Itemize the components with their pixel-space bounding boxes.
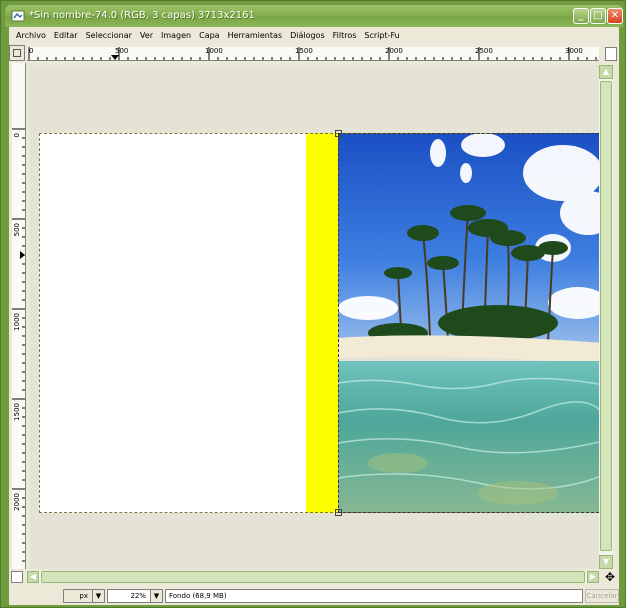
ruler-label: 1500 <box>295 47 313 55</box>
zoom-value: 22% <box>130 592 146 600</box>
beach-photo-layer <box>338 133 604 513</box>
menu-bar: Archivo Editar Seleccionar Ver Imagen Ca… <box>9 27 619 43</box>
vertical-scroll-thumb[interactable] <box>600 81 612 551</box>
navigate-move-icon[interactable]: ✥ <box>605 571 617 583</box>
zoom-toggle-button[interactable] <box>605 47 617 61</box>
menu-imagen[interactable]: Imagen <box>157 31 195 40</box>
window-title: *Sin nombre-74.0 (RGB, 3 capas) 3713x216… <box>29 10 255 21</box>
ruler-label: 500 <box>115 47 129 55</box>
maximize-button[interactable]: □ <box>590 8 606 24</box>
menu-archivo[interactable]: Archivo <box>12 31 50 40</box>
gimp-image-window: *Sin nombre-74.0 (RGB, 3 capas) 3713x216… <box>0 0 626 608</box>
scroll-right-arrow-icon[interactable]: ▶ <box>587 571 599 583</box>
layer-corner-handle[interactable] <box>335 130 342 137</box>
zoom-selector[interactable]: 22% ▼ <box>107 589 163 603</box>
title-bar[interactable]: *Sin nombre-74.0 (RGB, 3 capas) 3713x216… <box>5 5 623 27</box>
layer-corner-handle[interactable] <box>335 509 342 516</box>
chevron-down-icon[interactable]: ▼ <box>150 590 162 602</box>
ruler-label: 0 <box>29 47 34 55</box>
menu-arrow-icon <box>13 49 21 57</box>
beach-palm-photo <box>338 133 604 513</box>
horizontal-scrollbar[interactable]: ◀ ▶ <box>27 571 599 583</box>
ruler-label: 2500 <box>475 47 493 55</box>
window-client: Archivo Editar Seleccionar Ver Imagen Ca… <box>9 27 619 605</box>
menu-script-fu[interactable]: Script-Fu <box>360 31 403 40</box>
menu-dialogos[interactable]: Diálogos <box>286 31 329 40</box>
white-layer <box>39 133 306 513</box>
quick-menu-button[interactable] <box>9 45 25 61</box>
menu-seleccionar[interactable]: Seleccionar <box>82 31 136 40</box>
status-bar: px ▼ 22% ▼ Fondo (68,9 MB) Cancelar <box>9 587 619 605</box>
unit-value: px <box>79 592 88 600</box>
scroll-up-arrow-icon[interactable]: ▲ <box>599 65 613 79</box>
gimp-app-icon <box>11 10 25 22</box>
cancel-button[interactable]: Cancelar <box>585 589 619 603</box>
image-canvas[interactable] <box>29 65 607 569</box>
ruler-label: 500 <box>13 223 21 237</box>
scroll-down-arrow-icon[interactable]: ▼ <box>599 555 613 569</box>
ruler-label: 3000 <box>565 47 583 55</box>
menu-capa[interactable]: Capa <box>195 31 223 40</box>
menu-herramientas[interactable]: Herramientas <box>224 31 287 40</box>
scroll-left-arrow-icon[interactable]: ◀ <box>27 571 39 583</box>
menu-filtros[interactable]: Filtros <box>329 31 361 40</box>
ruler-label: 2000 <box>385 47 403 55</box>
menu-ver[interactable]: Ver <box>136 31 157 40</box>
menu-editar[interactable]: Editar <box>50 31 82 40</box>
horizontal-scroll-thumb[interactable] <box>41 571 585 583</box>
quick-mask-toggle-button[interactable] <box>11 571 23 583</box>
ruler-label: 0 <box>13 133 21 138</box>
yellow-strip-layer <box>306 133 338 513</box>
unit-selector[interactable]: px ▼ <box>63 589 105 603</box>
ruler-label: 2000 <box>13 493 21 511</box>
minimize-button[interactable]: _ <box>573 8 589 24</box>
ruler-label: 1000 <box>13 313 21 331</box>
vertical-ruler[interactable]: 0 500 1000 1500 2000 <box>12 63 26 569</box>
chevron-down-icon[interactable]: ▼ <box>92 590 104 602</box>
close-button[interactable]: ✕ <box>607 8 623 24</box>
horizontal-scroll-row: ◀ ▶ ✥ <box>9 571 619 585</box>
status-message: Fondo (68,9 MB) <box>165 589 583 603</box>
horizontal-ruler[interactable]: 0 500 1000 1500 2000 2500 3000 <box>27 47 599 61</box>
vertical-scrollbar[interactable]: ▲ ▼ <box>599 65 613 569</box>
ruler-label: 1000 <box>205 47 223 55</box>
ruler-label: 1500 <box>13 403 21 421</box>
pointer-marker-icon <box>111 55 119 60</box>
pointer-marker-icon <box>20 251 25 259</box>
